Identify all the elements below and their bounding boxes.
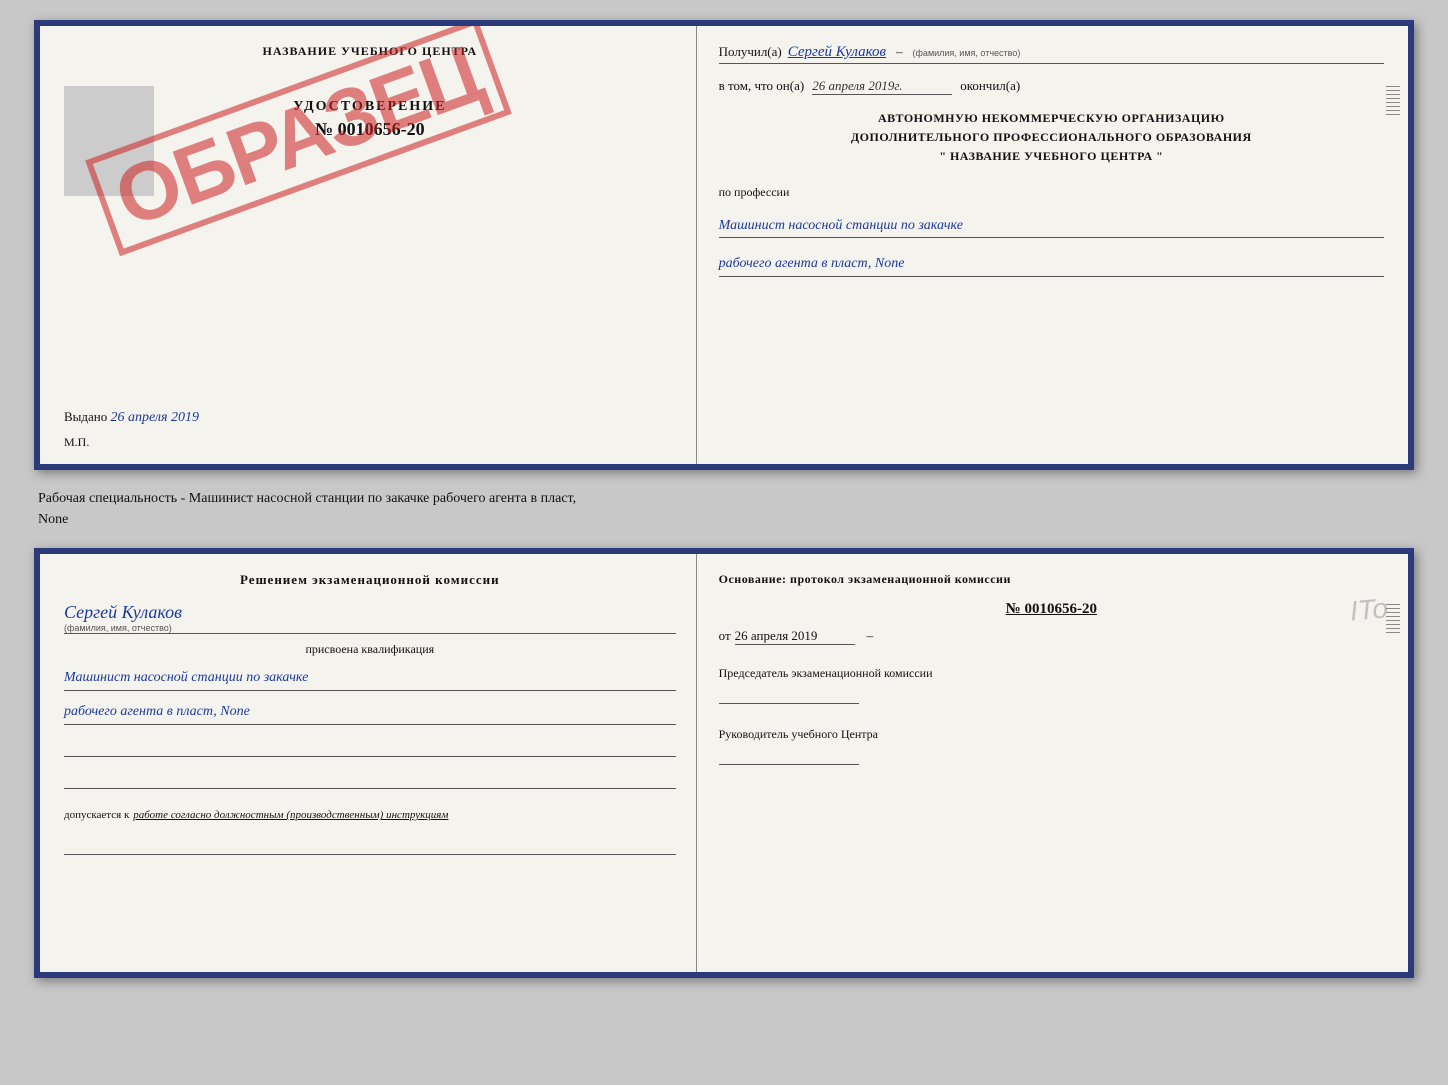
rdash-7 <box>1386 628 1400 629</box>
udostoverenie-block: УДОСТОВЕРЕНИЕ № 0010656-20 <box>64 99 676 140</box>
po-professii: по профессии <box>719 185 1384 200</box>
bottom-lines <box>64 739 676 789</box>
predsedatel-line <box>719 686 859 704</box>
doc-bottom-certificate: Решением экзаменационной комиссии Сергей… <box>34 548 1414 978</box>
rdash-2 <box>1386 608 1400 609</box>
side-dashes <box>1386 86 1400 115</box>
dopuskaetsya-text: работе согласно должностным (производств… <box>133 809 448 821</box>
dash-5 <box>1386 102 1400 103</box>
org-line1: АВТОНОМНУЮ НЕКОММЕРЧЕСКУЮ ОРГАНИЗАЦИЮ <box>719 109 1384 128</box>
dash-8 <box>1386 114 1400 115</box>
rukovoditel-label: Руководитель учебного Центра <box>719 726 1384 743</box>
predsedatel-label: Председатель экзаменационной комиссии <box>719 665 1384 682</box>
dash-2 <box>1386 90 1400 91</box>
kvali-name-2: рабочего агента в пласт, None <box>64 699 676 725</box>
mp-label: М.П. <box>64 435 89 450</box>
vydano-date: 26 апреля 2019 <box>111 410 199 425</box>
empty-line-2 <box>64 771 676 789</box>
ot-date: 26 апреля 2019 <box>735 628 855 645</box>
udostoverenie-title: УДОСТОВЕРЕНИЕ <box>64 99 676 115</box>
poluchil-name: Сергей Кулаков <box>788 44 886 61</box>
org-line3: " НАЗВАНИЕ УЧЕБНОГО ЦЕНТРА " <box>719 147 1384 166</box>
ot-line: от 26 апреля 2019 – <box>719 628 1384 645</box>
empty-line-1 <box>64 739 676 757</box>
podpis-block: Председатель экзаменационной комиссии Ру… <box>719 665 1384 765</box>
resheniem-label: Решением экзаменационной комиссии <box>64 572 676 588</box>
rukovoditel-line <box>719 747 859 765</box>
ito-watermark: ITo <box>1349 592 1390 627</box>
rdash-8 <box>1386 632 1400 633</box>
doc-top-certificate: НАЗВАНИЕ УЧЕБНОГО ЦЕНТРА ОБРАЗЕЦ УДОСТОВ… <box>34 20 1414 470</box>
familiya-sub: (фамилия, имя, отчество) <box>64 623 676 633</box>
protokol-num: № 0010656-20 <box>719 601 1384 618</box>
vtom-date: 26 апреля 2019г. <box>812 78 952 95</box>
predsedatel-block: Председатель экзаменационной комиссии <box>719 665 1384 704</box>
okonchl-label: окончил(а) <box>960 78 1020 94</box>
prisvoyena-label: присвоена квалификация <box>64 642 676 657</box>
dopuskaetsya-block: допускается к работе согласно должностны… <box>64 805 676 823</box>
vtom-line: в том, что он(а) 26 апреля 2019г. окончи… <box>719 78 1384 95</box>
doc-top-right: Получил(а) Сергей Кулаков – (фамилия, им… <box>697 26 1408 464</box>
middle-line1: Рабочая специальность - Машинист насосно… <box>38 491 576 506</box>
vydano-line: Выдано 26 апреля 2019 <box>64 409 199 426</box>
vtom-label: в том, что он(а) <box>719 78 805 94</box>
osnovanie-label: Основание: протокол экзаменационной коми… <box>719 572 1384 587</box>
org-line2: ДОПОЛНИТЕЛЬНОГО ПРОФЕССИОНАЛЬНОГО ОБРАЗО… <box>719 128 1384 147</box>
bot-right: Основание: протокол экзаменационной коми… <box>697 554 1408 972</box>
middle-line2: None <box>38 512 68 527</box>
udostoverenie-number: № 0010656-20 <box>64 119 676 140</box>
dash-1 <box>1386 86 1400 87</box>
dash-6 <box>1386 106 1400 107</box>
rdash-1 <box>1386 604 1400 605</box>
poluchil-line: Получил(а) Сергей Кулаков – (фамилия, им… <box>719 44 1384 64</box>
fio-line: Сергей Кулаков (фамилия, имя, отчество) <box>64 602 676 634</box>
kvali-name-1: Машинист насосной станции по закачке <box>64 665 676 691</box>
middle-text-block: Рабочая специальность - Машинист насосно… <box>34 488 1414 530</box>
doc-top-left: НАЗВАНИЕ УЧЕБНОГО ЦЕНТРА ОБРАЗЕЦ УДОСТОВ… <box>40 26 697 464</box>
familiya-hint-top: (фамилия, имя, отчество) <box>913 48 1021 58</box>
ot-label: от <box>719 628 731 644</box>
org-block: АВТОНОМНУЮ НЕКОММЕРЧЕСКУЮ ОРГАНИЗАЦИЮ ДО… <box>719 109 1384 167</box>
top-left-header: НАЗВАНИЕ УЧЕБНОГО ЦЕНТРА <box>64 44 676 59</box>
fio-cursive: Сергей Кулаков <box>64 602 676 623</box>
vydano-label: Выдано <box>64 409 107 424</box>
rukovoditel-block: Руководитель учебного Центра <box>719 726 1384 765</box>
dash-7 <box>1386 110 1400 111</box>
poluchil-label: Получил(а) <box>719 44 782 60</box>
dash-3 <box>1386 94 1400 95</box>
bot-extra-line <box>64 837 676 855</box>
dopuskaetsya-label: допускается к <box>64 809 129 821</box>
bot-left: Решением экзаменационной комиссии Сергей… <box>40 554 697 972</box>
prof-name-2: рабочего агента в пласт, None <box>719 252 1384 277</box>
prof-name-1: Машинист насосной станции по закачке <box>719 214 1384 239</box>
dash-4 <box>1386 98 1400 99</box>
photo-placeholder <box>64 86 154 196</box>
